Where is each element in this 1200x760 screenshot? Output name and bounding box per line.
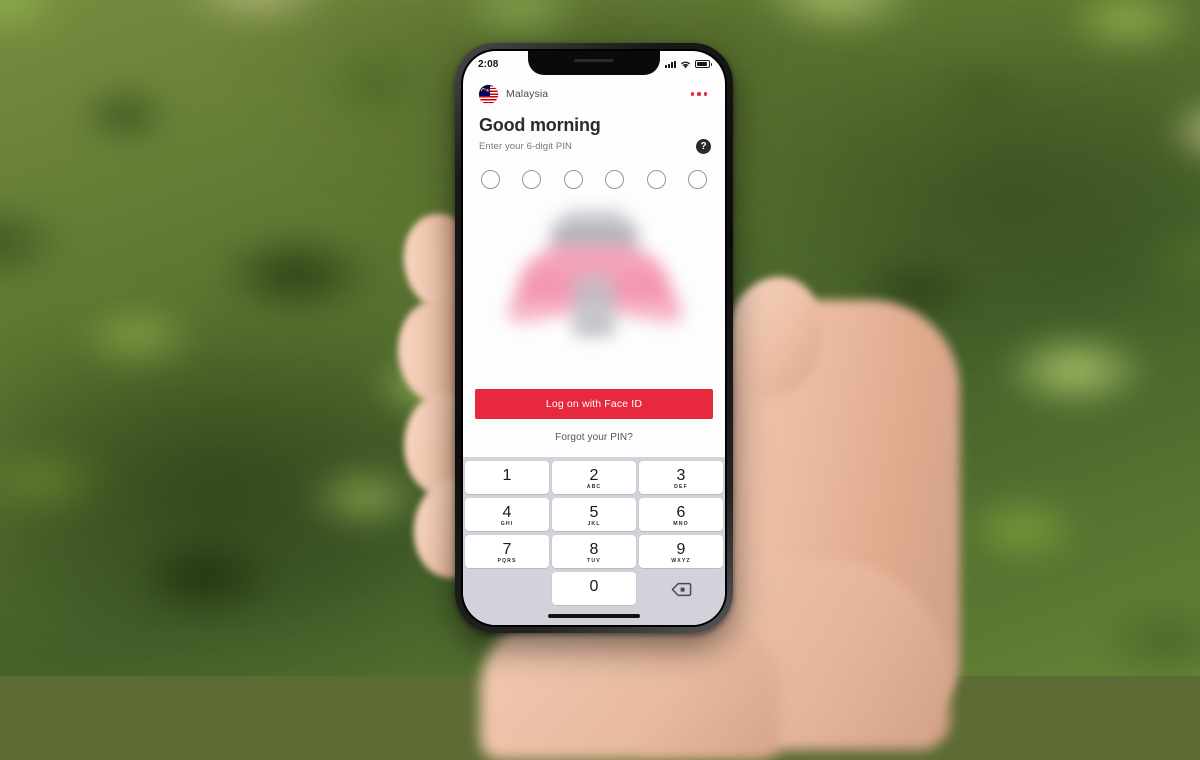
pin-dot[interactable] [481, 170, 500, 189]
keypad-key-5[interactable]: 5 JKL [552, 498, 636, 531]
page-title: Good morning [479, 115, 601, 135]
keypad-key-4[interactable]: 4 GHI [465, 498, 549, 531]
key-letters: TUV [587, 557, 601, 564]
status-bar-icons [665, 60, 712, 69]
key-number: 2 [589, 466, 599, 484]
earpiece-speaker-icon [574, 59, 614, 62]
illustration-fade [463, 189, 725, 389]
key-letters: WXYZ [671, 557, 691, 564]
key-letters: DEF [674, 483, 688, 490]
status-bar-clock: 2:08 [478, 58, 499, 70]
key-number: 9 [676, 540, 686, 558]
battery-icon [695, 60, 712, 68]
phone-bezel: 2:08 ★ Malaysia Good morning Enter your … [461, 49, 727, 627]
key-number: 6 [676, 503, 686, 521]
pin-instruction-text: Enter your 6-digit PIN [479, 141, 573, 152]
key-number: 5 [589, 503, 599, 521]
keypad-key-0[interactable]: 0 [552, 572, 636, 605]
key-number: 8 [589, 540, 599, 558]
home-indicator-area [463, 607, 725, 625]
app-header: ★ Malaysia [463, 77, 725, 111]
illustration-area [463, 189, 725, 389]
pin-dot[interactable] [687, 170, 707, 189]
more-options-icon[interactable] [689, 86, 710, 102]
key-letters: MNO [673, 520, 689, 527]
pin-dot[interactable] [522, 170, 542, 189]
phone-notch [528, 51, 660, 75]
numeric-keypad[interactable]: 1 2 ABC 3 DEF 4 GHI 5 JKL 6 MNO 7 PQRS 8… [463, 457, 725, 607]
log-on-with-face-id-button[interactable]: Log on with Face ID [475, 389, 713, 419]
pin-input-row[interactable] [463, 152, 725, 189]
backspace-icon[interactable] [639, 572, 723, 605]
malaysia-flag-icon: ★ [479, 84, 498, 104]
keypad-key-8[interactable]: 8 TUV [552, 535, 636, 568]
pin-dot[interactable] [563, 170, 583, 189]
home-indicator[interactable] [548, 614, 640, 618]
keypad-key-3[interactable]: 3 DEF [639, 461, 723, 494]
wifi-icon [681, 61, 690, 68]
key-number: 3 [676, 466, 686, 484]
region-label: Malaysia [506, 88, 549, 100]
cta-block: Log on with Face ID Forgot your PIN? [463, 389, 725, 457]
help-icon[interactable]: ? [696, 139, 711, 154]
key-number: 7 [502, 540, 512, 558]
key-letters: ABC [586, 483, 602, 490]
key-number: 4 [502, 503, 512, 521]
backspace-glyph [671, 582, 691, 597]
key-letters: PQRS [497, 557, 517, 564]
keypad-key-1[interactable]: 1 [465, 461, 549, 494]
keypad-key-6[interactable]: 6 MNO [639, 498, 723, 531]
region-selector[interactable]: ★ Malaysia [479, 84, 549, 104]
keypad-key-2[interactable]: 2 ABC [552, 461, 636, 494]
smartphone-device: 2:08 ★ Malaysia Good morning Enter your … [455, 43, 733, 633]
keypad-key-7[interactable]: 7 PQRS [465, 535, 549, 568]
keypad-blank-cell [465, 572, 549, 605]
pin-dot[interactable] [605, 170, 625, 189]
greeting-block: Good morning Enter your 6-digit PIN ? [463, 111, 725, 154]
signal-bars-icon [665, 60, 676, 68]
pin-dot[interactable] [646, 170, 666, 189]
phone-screen: 2:08 ★ Malaysia Good morning Enter your … [463, 51, 725, 625]
forgot-pin-link[interactable]: Forgot your PIN? [475, 432, 713, 443]
key-letters: GHI [500, 520, 514, 527]
keypad-key-9[interactable]: 9 WXYZ [639, 535, 723, 568]
key-number: 0 [589, 577, 599, 595]
key-letters: JKL [587, 520, 601, 527]
key-number: 1 [502, 466, 512, 484]
